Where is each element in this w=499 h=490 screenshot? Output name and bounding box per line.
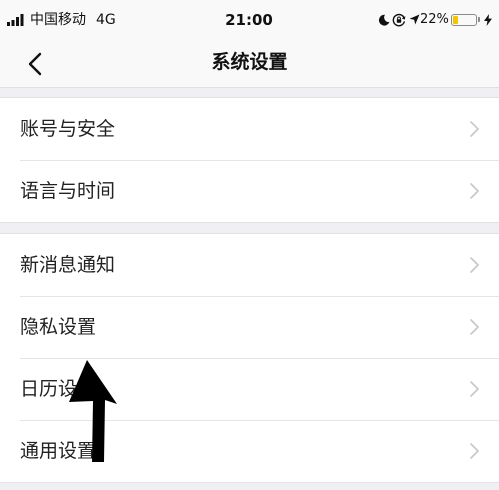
chevron-right-icon — [470, 381, 479, 397]
settings-group-general: 新消息通知 隐私设置 日历设置 通用设置 — [0, 233, 499, 483]
chevron-right-icon — [470, 121, 479, 137]
network-type: 4G — [96, 12, 116, 28]
battery-percent: 22% — [420, 12, 449, 27]
location-arrow-icon — [409, 14, 420, 25]
status-bar: 中国移动 4G 21:00 22% — [0, 0, 499, 40]
carrier-name: 中国移动 — [30, 12, 86, 28]
row-label: 日历设置 — [20, 378, 97, 400]
settings-row-notifications[interactable]: 新消息通知 — [0, 234, 499, 296]
settings-row-account-security[interactable]: 账号与安全 — [0, 98, 499, 160]
chevron-right-icon — [470, 183, 479, 199]
row-label: 通用设置 — [20, 440, 97, 462]
chevron-right-icon — [470, 257, 479, 273]
battery-level-fill — [453, 16, 458, 24]
battery-nub — [478, 17, 480, 22]
status-time: 21:00 — [225, 11, 273, 29]
page-title: 系统设置 — [211, 51, 288, 73]
chevron-left-icon — [28, 52, 42, 76]
row-label: 新消息通知 — [20, 254, 116, 276]
chevron-right-icon — [470, 443, 479, 459]
row-label: 账号与安全 — [20, 118, 116, 140]
rotation-lock-icon — [392, 13, 406, 27]
signal-bars-icon — [7, 14, 24, 26]
row-label: 语言与时间 — [20, 180, 116, 202]
navigation-bar: 系统设置 — [0, 40, 499, 88]
settings-group-account: 账号与安全 语言与时间 — [0, 97, 499, 223]
chevron-right-icon — [470, 319, 479, 335]
settings-row-general[interactable]: 通用设置 — [0, 420, 499, 482]
charging-bolt-icon — [484, 14, 492, 26]
row-label: 隐私设置 — [20, 316, 97, 338]
settings-row-privacy[interactable]: 隐私设置 — [0, 296, 499, 358]
settings-row-calendar[interactable]: 日历设置 — [0, 358, 499, 420]
battery-icon — [451, 14, 477, 26]
back-button[interactable] — [22, 48, 52, 80]
moon-icon — [378, 14, 390, 26]
settings-row-language-time[interactable]: 语言与时间 — [0, 160, 499, 222]
